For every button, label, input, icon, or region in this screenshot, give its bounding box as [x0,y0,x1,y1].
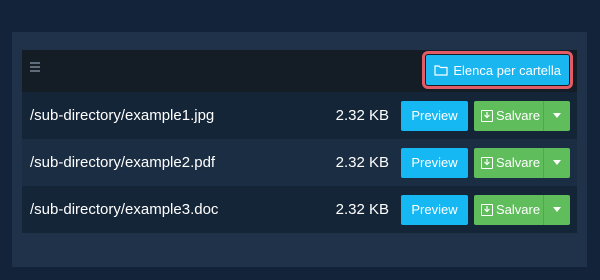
list-by-folder-label: Elenca per cartella [453,62,561,78]
file-list: Elenca per cartella /sub-directory/examp… [22,50,577,233]
file-panel: Elenca per cartella /sub-directory/examp… [12,32,587,267]
save-button-group: Salvare [474,147,570,178]
caret-down-icon [553,113,561,118]
download-icon [481,109,493,122]
save-dropdown-toggle[interactable] [544,148,570,178]
save-dropdown-toggle[interactable] [544,101,570,131]
save-dropdown-toggle[interactable] [544,195,570,225]
file-name: /sub-directory/example3.doc [30,201,219,218]
hamburger-icon[interactable] [30,62,40,72]
preview-button[interactable]: Preview [401,194,468,225]
download-icon [481,156,493,169]
preview-button[interactable]: Preview [401,100,468,131]
save-label: Salvare [496,155,541,170]
file-size: 2.32 KB [335,107,389,124]
caret-down-icon [553,160,561,165]
file-size: 2.32 KB [335,154,389,171]
table-row: /sub-directory/example2.pdf 2.32 KB Prev… [22,139,577,186]
folder-icon [434,65,448,76]
save-button-group: Salvare [474,100,570,131]
file-size: 2.32 KB [335,201,389,218]
save-button[interactable]: Salvare [474,194,544,225]
save-label: Salvare [496,108,541,123]
list-by-folder-button[interactable]: Elenca per cartella [422,51,573,89]
save-label: Salvare [496,202,541,217]
download-icon [481,203,493,216]
preview-button[interactable]: Preview [401,147,468,178]
table-row: /sub-directory/example3.doc 2.32 KB Prev… [22,186,577,233]
save-button[interactable]: Salvare [474,147,544,178]
toolbar: Elenca per cartella [22,50,577,92]
caret-down-icon [553,207,561,212]
table-row: /sub-directory/example1.jpg 2.32 KB Prev… [22,92,577,139]
file-name: /sub-directory/example1.jpg [30,107,215,124]
file-name: /sub-directory/example2.pdf [30,154,216,171]
save-button-group: Salvare [474,194,570,225]
save-button[interactable]: Salvare [474,100,544,131]
